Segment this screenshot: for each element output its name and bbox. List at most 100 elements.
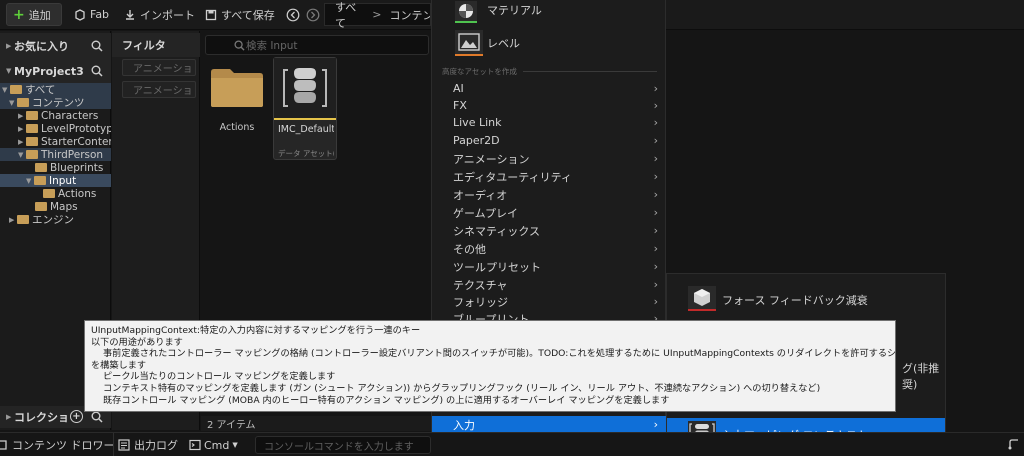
search-icon (234, 40, 245, 51)
asset-type-color-bar (274, 118, 336, 120)
submenu-item-force-feedback-attenuation[interactable]: フォース フィードバック減衰 (667, 284, 945, 314)
tree-item-levelprototyping[interactable]: ▶ LevelPrototypi (0, 122, 111, 135)
folder-icon (17, 215, 29, 224)
asset-tooltip: UInputMappingContext:特定の入力内容に対するマッピングを行う… (84, 320, 896, 412)
search-icon[interactable] (91, 411, 103, 423)
folder-icon (26, 111, 38, 120)
fab-button-label: Fab (90, 8, 110, 21)
history-back-button[interactable] (286, 3, 300, 26)
menu-item-label: レベル (487, 37, 520, 50)
asset-type-color-bar (688, 309, 716, 311)
chevron-right-icon: › (653, 260, 658, 273)
expand-arrow-icon: ▼ (9, 98, 15, 107)
asset-tile-actions[interactable]: Actions (208, 60, 266, 138)
menu-item-gameplay[interactable]: ゲームプレイ › (432, 204, 667, 221)
folder-icon (35, 163, 47, 172)
tooltip-line: コンテキスト特有のマッピングを定義します (ガン (シュート アクション)) か… (103, 382, 821, 394)
breadcrumb-item-contents[interactable]: コンテン (389, 7, 430, 23)
menu-item-level[interactable]: レベル (432, 29, 667, 59)
search-placeholder: 検索 Input (246, 39, 298, 52)
console-command-input[interactable]: コンソールコマンドを入力します (255, 436, 431, 454)
favorites-label: お気に入り (14, 40, 69, 53)
search-icon[interactable] (91, 65, 103, 77)
source-control-icon[interactable] (1008, 438, 1020, 453)
tree-item-input[interactable]: ▼ Input (0, 174, 111, 187)
menu-item-ai[interactable]: AI › (432, 80, 667, 97)
search-icon[interactable] (91, 40, 103, 52)
chevron-right-icon: › (653, 82, 658, 95)
filter-chip-animation-2[interactable]: アニメーショ (122, 81, 196, 98)
tooltip-line: 以下の用途があります (91, 336, 183, 348)
folder-icon (34, 176, 46, 185)
terminal-icon (189, 439, 201, 451)
tree-item-blueprints[interactable]: Blueprints (0, 161, 111, 174)
fab-button[interactable]: Fab (74, 3, 109, 26)
input-mapping-icon (283, 68, 327, 107)
folder-icon (26, 124, 38, 133)
menu-item-animation[interactable]: アニメーション › (432, 150, 667, 167)
chevron-right-icon: › (653, 188, 658, 201)
menu-item-material[interactable]: マテリアル (432, 0, 667, 26)
tree-item-thirdperson[interactable]: ▼ ThirdPerson (0, 148, 111, 161)
collapse-arrow-icon: ▶ (9, 215, 15, 224)
collapse-arrow-icon: ▶ (18, 124, 24, 133)
submenu-item-label: フォース フィードバック減衰 (722, 294, 868, 307)
filter-chip-animation[interactable]: アニメーショ (122, 59, 196, 76)
menu-item-fx[interactable]: FX › (432, 97, 667, 114)
menu-item-cinematics[interactable]: シネマティックス › (432, 222, 667, 239)
plus-icon: + (13, 6, 25, 23)
menu-item-live-link[interactable]: Live Link › (432, 114, 667, 131)
folder-icon (10, 85, 22, 94)
status-bar: コンテンツ ドロワー 出力ログ Cmd ▼ コンソールコマンドを入力します (0, 432, 1024, 456)
content-drawer-button[interactable]: コンテンツ ドロワー (0, 437, 115, 453)
collapse-arrow-icon: ▶ (6, 413, 12, 421)
favorites-header[interactable]: ▶ お気に入り (0, 33, 111, 59)
menu-item-texture[interactable]: テクスチャ › (432, 276, 667, 293)
chevron-right-icon: › (653, 170, 658, 183)
history-forward-button[interactable] (306, 3, 320, 26)
add-collection-icon[interactable]: + (70, 410, 83, 423)
cmd-dropdown[interactable]: Cmd ▼ (189, 437, 238, 453)
item-count: 2 アイテム (201, 416, 431, 431)
menu-item-audio[interactable]: オーディオ › (432, 186, 667, 203)
section-divider (522, 70, 657, 72)
menu-item-editor-utility[interactable]: エディタユーティリティ › (432, 168, 667, 185)
material-type-bar (455, 21, 477, 23)
fab-icon (75, 8, 85, 21)
menu-item-tool-presets[interactable]: ツールプリセット › (432, 258, 667, 275)
tooltip-line: 既存コントロール マッピング (MOBA 内のヒーロー特有のアクション マッピン… (103, 394, 670, 406)
asset-tile-imc-default[interactable]: IMC_Default データ アセット(... (273, 57, 337, 160)
submenu-item-label: グ(非推奨) (902, 362, 940, 391)
tree-item-engine[interactable]: ▶ エンジン (0, 213, 111, 226)
expand-arrow-icon: ▼ (2, 85, 8, 94)
collapse-arrow-icon: ▶ (6, 42, 12, 50)
asset-name: Actions (219, 122, 255, 133)
folder-icon (26, 137, 38, 146)
project-header[interactable]: ▼ MyProject3 (0, 58, 111, 84)
output-log-button[interactable]: 出力ログ (118, 437, 178, 453)
add-button[interactable]: + 追加 (6, 3, 62, 26)
menu-item-foliage[interactable]: フォリッジ › (432, 293, 667, 310)
asset-name: IMC_Default (278, 124, 334, 135)
collections-label: コレクショ (14, 411, 69, 424)
divider (113, 433, 114, 456)
menu-section-header: 高度なアセットを作成 (442, 66, 657, 76)
menu-item-paper2d[interactable]: Paper2D › (432, 132, 667, 149)
folder-icon (17, 98, 29, 107)
breadcrumb: すべて > コンテン (324, 1, 431, 30)
force-feedback-icon (688, 286, 716, 309)
breadcrumb-item-all[interactable]: すべて (335, 0, 364, 31)
level-type-bar (455, 54, 483, 56)
menu-item-label: マテリアル (487, 4, 542, 17)
chevron-right-icon: › (653, 134, 658, 147)
tree-item-actions[interactable]: Actions (0, 187, 111, 200)
asset-search-input[interactable]: 検索 Input (205, 35, 429, 55)
menu-item-input[interactable]: 入力 › (432, 416, 667, 433)
import-button[interactable]: インポート (124, 3, 195, 26)
save-all-button[interactable]: すべて保存 (205, 3, 275, 26)
tree-item-startercontent[interactable]: ▶StarterContent (0, 135, 111, 148)
tree-item-contents[interactable]: ▼ コンテンツ (0, 96, 111, 109)
tree-item-characters[interactable]: ▶ Characters (0, 109, 111, 122)
menu-item-misc[interactable]: その他 › (432, 240, 667, 257)
tooltip-line: UInputMappingContext:特定の入力内容に対するマッピングを行う… (91, 325, 421, 336)
